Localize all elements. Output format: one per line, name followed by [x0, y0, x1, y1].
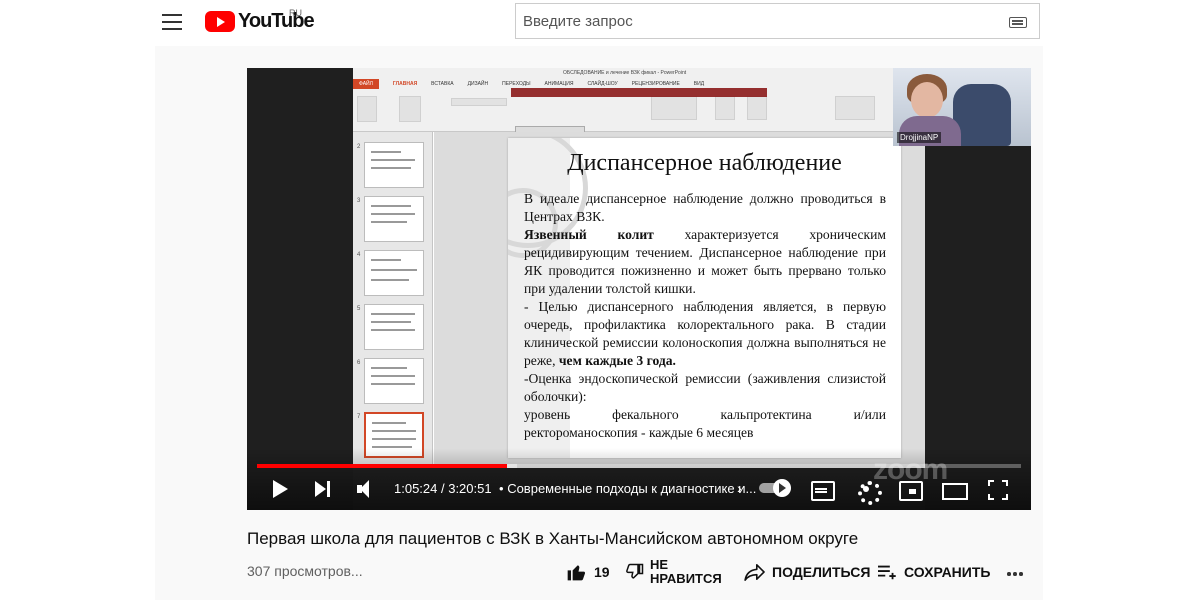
new-slide-icon: [399, 96, 421, 122]
slide-paragraph: В идеале диспансерное наблюдение должно …: [524, 191, 886, 224]
share-label: ПОДЕЛИТЬСЯ: [772, 564, 871, 580]
thumbnail-number: 3: [357, 198, 361, 204]
dislike-label-line: НЕ: [650, 557, 669, 572]
more-actions-icon[interactable]: [1005, 565, 1025, 579]
quick-styles-icon: [747, 96, 767, 120]
autoplay-knob-icon: [773, 479, 791, 497]
slide-paragraph: уровень фекального кальпротектина и/или …: [524, 407, 886, 440]
progress-bar[interactable]: [257, 464, 1021, 468]
like-button[interactable]: 19: [566, 556, 610, 588]
play-icon[interactable]: [270, 475, 290, 503]
slide-thumbnail: [364, 250, 424, 296]
dislike-label-line: НРАВИТСЯ: [650, 571, 722, 586]
masthead: YouTube RU: [0, 0, 1200, 46]
ribbon-tab: РЕЦЕНЗИРОВАНИЕ: [631, 81, 680, 87]
arrange-icon: [715, 96, 735, 120]
slide-paragraph: Язвенный колит характеризуется хроническ…: [524, 226, 886, 298]
current-slide: Диспансерное наблюдение В идеале диспанс…: [508, 138, 901, 458]
logo-text: YouTube: [238, 10, 315, 32]
slide-paragraph: -Оценка эндоскопической ремиссии (заживл…: [524, 371, 886, 404]
thumbnail-number: 5: [357, 306, 361, 312]
view-count[interactable]: 307 просмотров...: [247, 563, 363, 579]
thumbs-down-icon: [626, 563, 644, 579]
dislike-button[interactable]: НЕ НРАВИТСЯ: [626, 556, 722, 588]
share-button[interactable]: ПОДЕЛИТЬСЯ: [744, 556, 870, 588]
youtube-watch-page: YouTube RU ОБСЛЕДОВАНИЕ и лечение ВЗК фи…: [0, 0, 1200, 600]
paste-icon: [357, 96, 377, 122]
powerpoint-window-title: ОБСЛЕДОВАНИЕ и лечение ВЗК фикал - Power…: [563, 70, 687, 76]
chapter-title[interactable]: • Современные подходы к диагностике и...: [499, 481, 756, 496]
search-input[interactable]: [516, 4, 996, 38]
ribbon-tab: ВИД: [693, 81, 705, 87]
miniplayer-icon[interactable]: [899, 475, 923, 503]
chapter-separator: •: [499, 481, 504, 496]
webcam-chair: [953, 84, 1011, 146]
slide-body: В идеале диспансерное наблюдение должно …: [524, 190, 886, 442]
ribbon-tab: АНИМАЦИЯ: [544, 81, 574, 87]
subtitles-icon[interactable]: [811, 475, 835, 503]
player-letterbox-left: [247, 68, 353, 510]
webcam-face: [911, 82, 943, 118]
ribbon-tab: ВСТАВКА: [431, 81, 454, 87]
slide-bold-text: чем каждые 3 года.: [558, 353, 676, 368]
settings-gear-icon[interactable]: [856, 475, 882, 505]
save-button[interactable]: СОХРАНИТЬ: [878, 556, 990, 588]
ribbon-tab: ГЛАВНАЯ: [392, 81, 418, 87]
thumbs-up-icon: [567, 565, 586, 581]
slide-title: Диспансерное наблюдение: [567, 150, 842, 176]
region-code: RU: [289, 8, 302, 18]
shapes-gallery-icon: [651, 96, 697, 120]
keyboard-icon[interactable]: [1009, 17, 1027, 28]
playlist-add-icon: [878, 565, 896, 580]
video-player[interactable]: ОБСЛЕДОВАНИЕ и лечение ВЗК фикал - Power…: [247, 68, 1031, 510]
thumbnail-number: 2: [357, 144, 361, 150]
slide-thumbnail: [364, 358, 424, 404]
slide-thumbnails: 2 3 4 5 6 7: [353, 132, 433, 468]
editing-group: [835, 96, 875, 120]
progress-buffered: [506, 464, 517, 468]
powerpoint-ribbon: ОБСЛЕДОВАНИЕ и лечение ВЗК фикал - Power…: [353, 68, 925, 132]
webcam-feed: DrojjinaNP: [893, 68, 1031, 146]
time-display: 1:05:24 / 3:20:51: [394, 481, 492, 496]
screen-share-notice-bar: [511, 88, 767, 97]
video-title: Первая школа для пациентов с ВЗК в Ханты…: [247, 529, 859, 548]
ribbon-tab: ПЕРЕХОДЫ: [502, 81, 531, 87]
share-arrow-icon: [744, 563, 765, 581]
guide-menu-icon[interactable]: [160, 12, 184, 32]
like-count: 19: [594, 564, 610, 580]
progress-played: [257, 464, 507, 468]
youtube-play-logo-icon: [205, 11, 235, 32]
slide-thumbnail: [364, 142, 424, 188]
dislike-label: НЕ НРАВИТСЯ: [650, 558, 722, 586]
font-box: [451, 98, 507, 106]
ribbon-tab: ДИЗАЙН: [467, 81, 489, 87]
save-label: СОХРАНИТЬ: [904, 564, 991, 580]
slide-thumbnail: [364, 304, 424, 350]
chapter-title-text: Современные подходы к диагностике и...: [507, 481, 757, 496]
shared-screen: ОБСЛЕДОВАНИЕ и лечение ВЗК фикал - Power…: [353, 68, 925, 468]
thumbnail-number: 7: [357, 414, 361, 420]
search-box: [515, 3, 1040, 39]
autoplay-toggle[interactable]: [759, 479, 793, 497]
webcam-participant-name: DrojjinaNP: [897, 132, 942, 143]
slide-bold-text: Язвенный колит: [524, 227, 654, 242]
ribbon-tab: СЛАЙД-ШОУ: [587, 81, 618, 87]
ribbon-tab: ФАЙЛ: [353, 79, 379, 89]
volume-icon[interactable]: [355, 475, 377, 503]
chapter-chevron-icon[interactable]: ›: [737, 480, 742, 496]
fullscreen-icon[interactable]: [987, 475, 1009, 503]
next-video-icon[interactable]: [313, 475, 333, 503]
thumbnail-number: 4: [357, 252, 361, 258]
thumbnail-number: 6: [357, 360, 361, 366]
theater-mode-icon[interactable]: [942, 475, 968, 503]
slide-paragraph: - Целью диспансерного наблюдения являетс…: [524, 298, 886, 370]
slide-thumbnail: [364, 196, 424, 242]
slide-editor: Диспансерное наблюдение В идеале диспанс…: [434, 132, 925, 468]
